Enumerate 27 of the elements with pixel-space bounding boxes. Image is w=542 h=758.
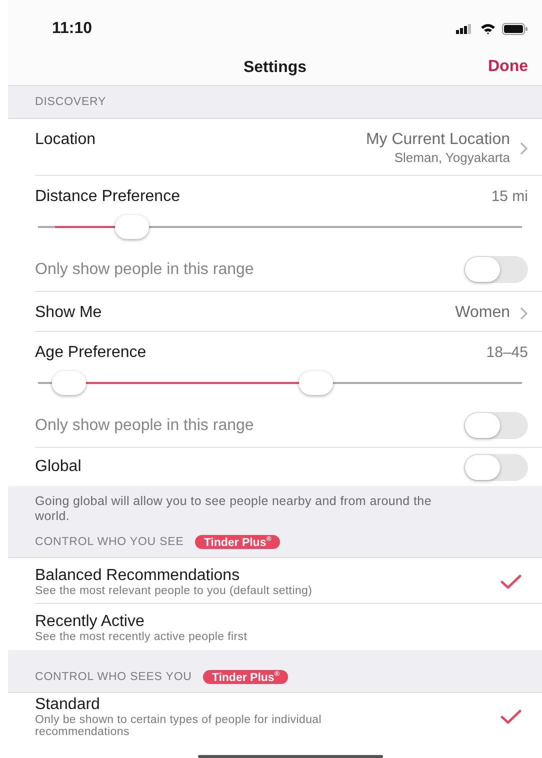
option-description: See the most recently active people first <box>35 631 248 643</box>
row-label: Only show people in this range <box>35 260 254 278</box>
plus-badge: Tinder Plus$^{®}$ <box>202 670 288 684</box>
option-description: See the most relevant people to you (default setting) <box>35 584 312 596</box>
clock-time: 11:10 <box>52 20 92 38</box>
row-value: Women <box>455 304 510 322</box>
section-header: DISCOVERY <box>35 96 106 108</box>
done-button[interactable]: Done <box>488 58 528 76</box>
row-value: My Current Location <box>366 131 510 149</box>
row-label: Show Me <box>35 304 102 322</box>
plus-badge: Tinder Plus$^{®}$ <box>194 534 280 550</box>
row-value: 18–45 <box>486 344 528 362</box>
section-header: CONTROL WHO SEES YOU <box>35 671 192 683</box>
page-title: Settings <box>243 58 307 76</box>
option-title[interactable]: Recently Active <box>35 613 248 631</box>
section-footnote: Going global will allow you to see people nearby and from around the world. <box>35 493 432 525</box>
row-detail: Sleman, Yogyakarta <box>394 150 510 165</box>
section-header: CONTROL WHO YOU SEE <box>35 536 184 548</box>
row-label: Location <box>35 131 96 149</box>
option-title[interactable]: Balanced Recommendations <box>35 566 312 584</box>
option-description: Only be shown to certain types of people for individual recommendations <box>35 714 323 738</box>
row-value: 15 mi <box>491 188 528 206</box>
row-label: Only show people in this range <box>35 416 254 434</box>
row-label: Age Preference <box>35 344 146 362</box>
option-title[interactable]: Standard <box>35 696 395 714</box>
row-label: Distance Preference <box>35 188 180 206</box>
row-label: Global <box>35 458 82 476</box>
